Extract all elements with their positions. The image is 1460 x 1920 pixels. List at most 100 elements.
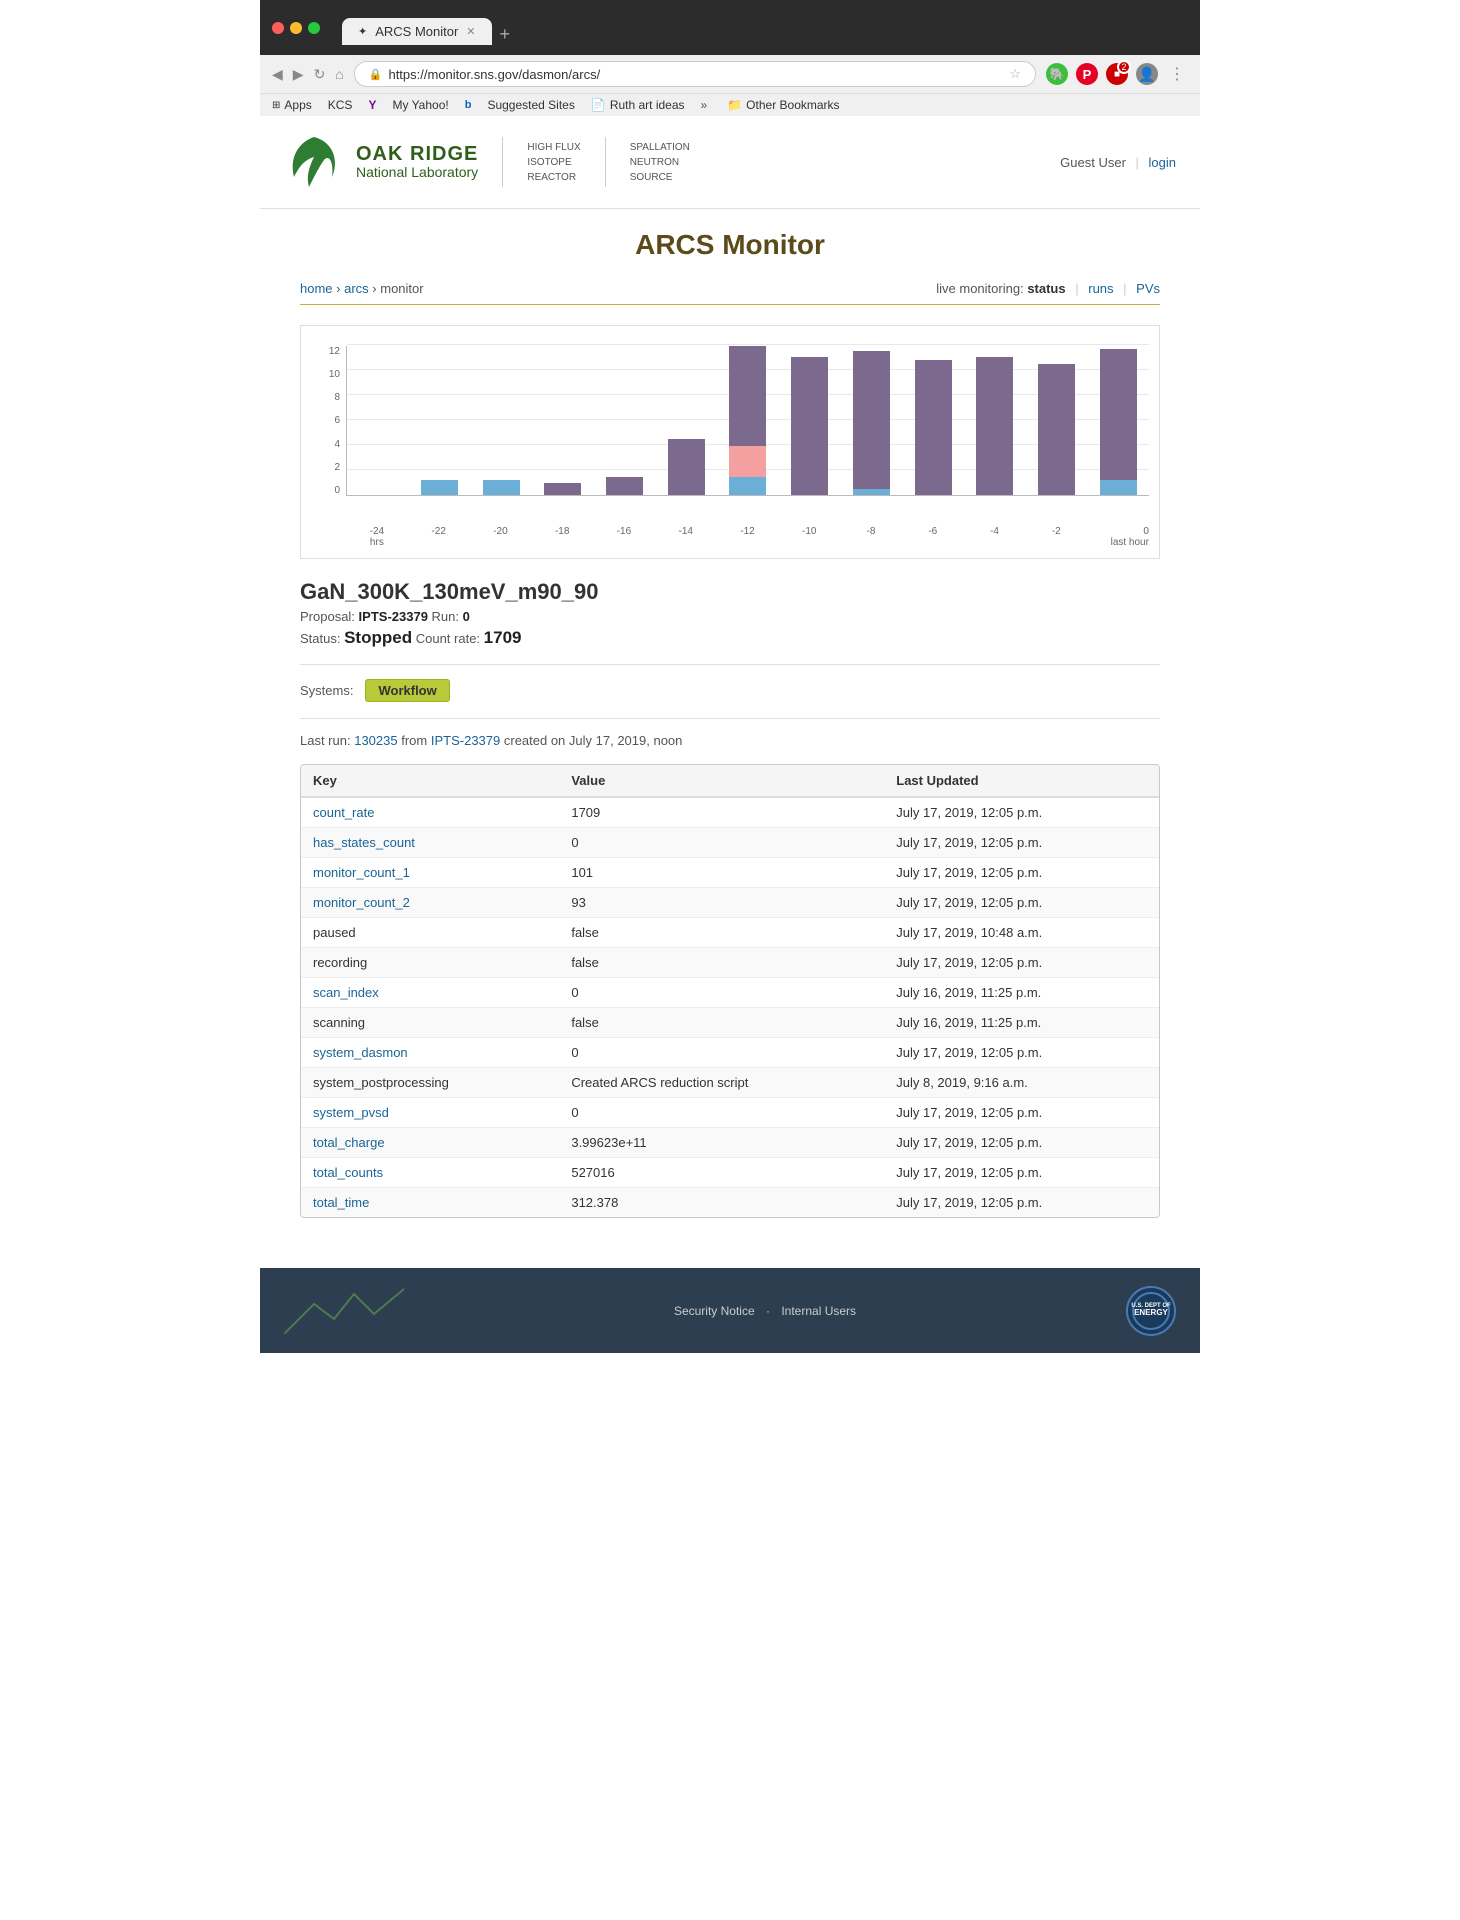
star-icon[interactable]: ☆: [1009, 66, 1021, 82]
table-cell-key: recording: [301, 948, 559, 978]
systems-row: Systems: Workflow: [300, 679, 1160, 702]
proposal-value: IPTS-23379: [359, 609, 428, 624]
table-cell-value: 0: [559, 828, 884, 858]
live-monitoring-pvs[interactable]: PVs: [1136, 281, 1160, 296]
bookmark-suggested[interactable]: b: [465, 99, 472, 111]
bar-group-11: [1026, 346, 1088, 495]
y-label-2: 2: [334, 462, 340, 473]
minimize-button[interactable]: [290, 22, 302, 34]
doe-logo: U.S. DEPT OF ENERGY: [1126, 1286, 1176, 1336]
table-cell-key[interactable]: total_counts: [301, 1158, 559, 1188]
breadcrumb-row: home › arcs › monitor live monitoring: s…: [300, 281, 1160, 305]
address-bar[interactable]: 🔒 https://monitor.sns.gov/dasmon/arcs/ ☆: [354, 61, 1036, 87]
live-monitoring-runs[interactable]: runs: [1088, 281, 1113, 296]
security-notice-link[interactable]: Security Notice: [674, 1304, 755, 1318]
table-row: system_dasmon0July 17, 2019, 12:05 p.m.: [301, 1038, 1159, 1068]
bookmark-ruth[interactable]: 📄 Ruth art ideas: [591, 98, 685, 112]
bar-group-3: [532, 346, 594, 495]
table-row: pausedfalseJuly 17, 2019, 10:48 a.m.: [301, 918, 1159, 948]
bookmark-other[interactable]: 📁 Other Bookmarks: [727, 98, 839, 112]
home-button[interactable]: ⌂: [335, 66, 343, 82]
ornl-name-line1: OAK RIDGE: [356, 143, 478, 165]
footer-sep: ·: [766, 1304, 770, 1318]
menu-icon[interactable]: ⋮: [1166, 63, 1188, 85]
bookmark-apps[interactable]: ⊞ Apps: [272, 98, 312, 112]
y-label-6: 6: [334, 415, 340, 426]
table-cell-key[interactable]: count_rate: [301, 797, 559, 828]
bar-group-5: [655, 346, 717, 495]
x-label-22: -22: [408, 526, 470, 548]
internal-users-link[interactable]: Internal Users: [781, 1304, 856, 1318]
table-cell-key[interactable]: total_charge: [301, 1128, 559, 1158]
breadcrumb-arcs[interactable]: arcs: [344, 281, 369, 296]
table-row: total_time312.378July 17, 2019, 12:05 p.…: [301, 1188, 1159, 1218]
new-tab-button[interactable]: +: [500, 24, 511, 45]
table-cell-key[interactable]: has_states_count: [301, 828, 559, 858]
workflow-badge[interactable]: Workflow: [365, 679, 449, 702]
profile-icon[interactable]: 👤: [1136, 63, 1158, 85]
evernote-icon[interactable]: 🐘: [1046, 63, 1068, 85]
table-row: has_states_count0July 17, 2019, 12:05 p.…: [301, 828, 1159, 858]
bookmark-kcs-label: KCS: [328, 98, 353, 112]
table-cell-updated: July 17, 2019, 12:05 p.m.: [884, 858, 1159, 888]
logo-area: OAK RIDGE National Laboratory HIGH FLUXI…: [284, 132, 690, 192]
x-label-4: -4: [964, 526, 1026, 548]
bar-group-8: [841, 346, 903, 495]
table-cell-key[interactable]: system_dasmon: [301, 1038, 559, 1068]
back-button[interactable]: ◀: [272, 66, 283, 83]
active-tab[interactable]: ✦ ARCS Monitor ✕: [342, 18, 492, 45]
reload-button[interactable]: ↻: [314, 66, 326, 83]
table-cell-key[interactable]: scan_index: [301, 978, 559, 1008]
last-run-created: created on July 17, 2019, noon: [504, 733, 683, 748]
section-divider-2: [300, 718, 1160, 719]
bookmark-other-label: Other Bookmarks: [746, 98, 839, 112]
bookmark-kcs[interactable]: KCS: [328, 98, 353, 112]
x-label-2: -2: [1025, 526, 1087, 548]
bar-group-0: [347, 346, 409, 495]
table-cell-key[interactable]: monitor_count_2: [301, 888, 559, 918]
logo-divider-1: [502, 137, 503, 187]
table-cell-value: Created ARCS reduction script: [559, 1068, 884, 1098]
bar-group-4: [594, 346, 656, 495]
last-run-number[interactable]: 130235: [354, 733, 397, 748]
table-cell-updated: July 17, 2019, 12:05 p.m.: [884, 1098, 1159, 1128]
bar-group-7: [779, 346, 841, 495]
status-value: Stopped: [344, 628, 412, 647]
y-label-12: 12: [329, 346, 340, 357]
url-display: https://monitor.sns.gov/dasmon/arcs/: [388, 67, 1003, 82]
tab-close-icon[interactable]: ✕: [466, 25, 475, 38]
ext-icon-red[interactable]: ■ 2: [1106, 63, 1128, 85]
bar-group-1: [409, 346, 471, 495]
close-button[interactable]: [272, 22, 284, 34]
table-row: scan_index0July 16, 2019, 11:25 p.m.: [301, 978, 1159, 1008]
x-label-14: -14: [655, 526, 717, 548]
mountain-svg: [284, 1284, 404, 1334]
table-cell-key[interactable]: monitor_count_1: [301, 858, 559, 888]
y-label-0: 0: [334, 485, 340, 496]
table-cell-value: false: [559, 948, 884, 978]
table-cell-value: 1709: [559, 797, 884, 828]
table-cell-key[interactable]: total_time: [301, 1188, 559, 1218]
pinterest-icon[interactable]: P: [1076, 63, 1098, 85]
main-content: ARCS Monitor home › arcs › monitor live …: [260, 209, 1200, 1268]
count-rate-label: Count rate:: [416, 631, 480, 646]
guest-user-label: Guest User: [1060, 155, 1126, 170]
maximize-button[interactable]: [308, 22, 320, 34]
bookmark-suggested-label[interactable]: Suggested Sites: [487, 98, 574, 112]
last-run-proposal[interactable]: IPTS-23379: [431, 733, 500, 748]
page-title: ARCS Monitor: [300, 229, 1160, 261]
status-active: status: [1027, 281, 1065, 296]
login-link[interactable]: login: [1149, 155, 1176, 170]
bookmarks-more-button[interactable]: »: [701, 98, 708, 112]
bar-group-9: [902, 346, 964, 495]
table-cell-key[interactable]: system_pvsd: [301, 1098, 559, 1128]
forward-button[interactable]: ▶: [293, 66, 304, 83]
title-bar: ✦ ARCS Monitor ✕ +: [260, 0, 1200, 55]
bookmark-yahoo[interactable]: Y: [368, 98, 376, 112]
table-cell-updated: July 16, 2019, 11:25 p.m.: [884, 1008, 1159, 1038]
x-label-24: -24hrs: [346, 526, 408, 548]
bookmark-yahoo-label[interactable]: My Yahoo!: [392, 98, 448, 112]
bar-group-10: [964, 346, 1026, 495]
tab-bar: ✦ ARCS Monitor ✕ +: [330, 10, 1188, 45]
breadcrumb-home[interactable]: home: [300, 281, 333, 296]
